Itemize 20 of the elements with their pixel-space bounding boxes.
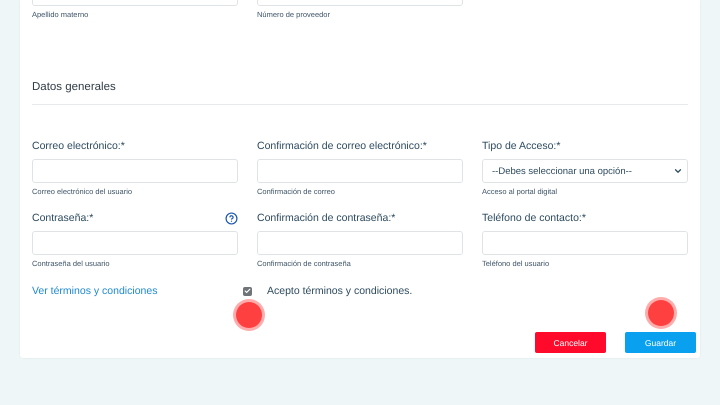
field-label: Teléfono de contacto:* xyxy=(482,212,586,224)
field-label: Confirmación de correo electrónico:* xyxy=(257,140,427,152)
input-field[interactable] xyxy=(257,159,463,183)
help-icon[interactable] xyxy=(225,212,238,224)
accept-checkbox[interactable] xyxy=(243,286,252,296)
field-label: Correo electrónico:* xyxy=(32,140,125,152)
terms-link[interactable]: Ver términos y condiciones xyxy=(32,285,243,297)
input-field[interactable] xyxy=(32,159,238,183)
input-field[interactable] xyxy=(32,231,238,255)
chevron-down-icon[interactable] xyxy=(673,166,683,176)
input-field[interactable] xyxy=(482,231,688,255)
input-field[interactable] xyxy=(257,231,463,255)
field-label: Confirmación de contraseña:* xyxy=(257,212,396,224)
save-button[interactable]: Guardar xyxy=(625,332,696,353)
field-label: Contraseña:* xyxy=(32,212,94,224)
section-title: Datos generales xyxy=(32,80,117,94)
access-type-dropdown[interactable]: --Debes seleccionar una opción-- xyxy=(482,159,688,183)
cancel-button[interactable]: Cancelar xyxy=(535,332,606,353)
accept-label: Acepto términos y condiciones. xyxy=(267,285,412,297)
field-label: Tipo de Acceso:* xyxy=(482,140,560,152)
